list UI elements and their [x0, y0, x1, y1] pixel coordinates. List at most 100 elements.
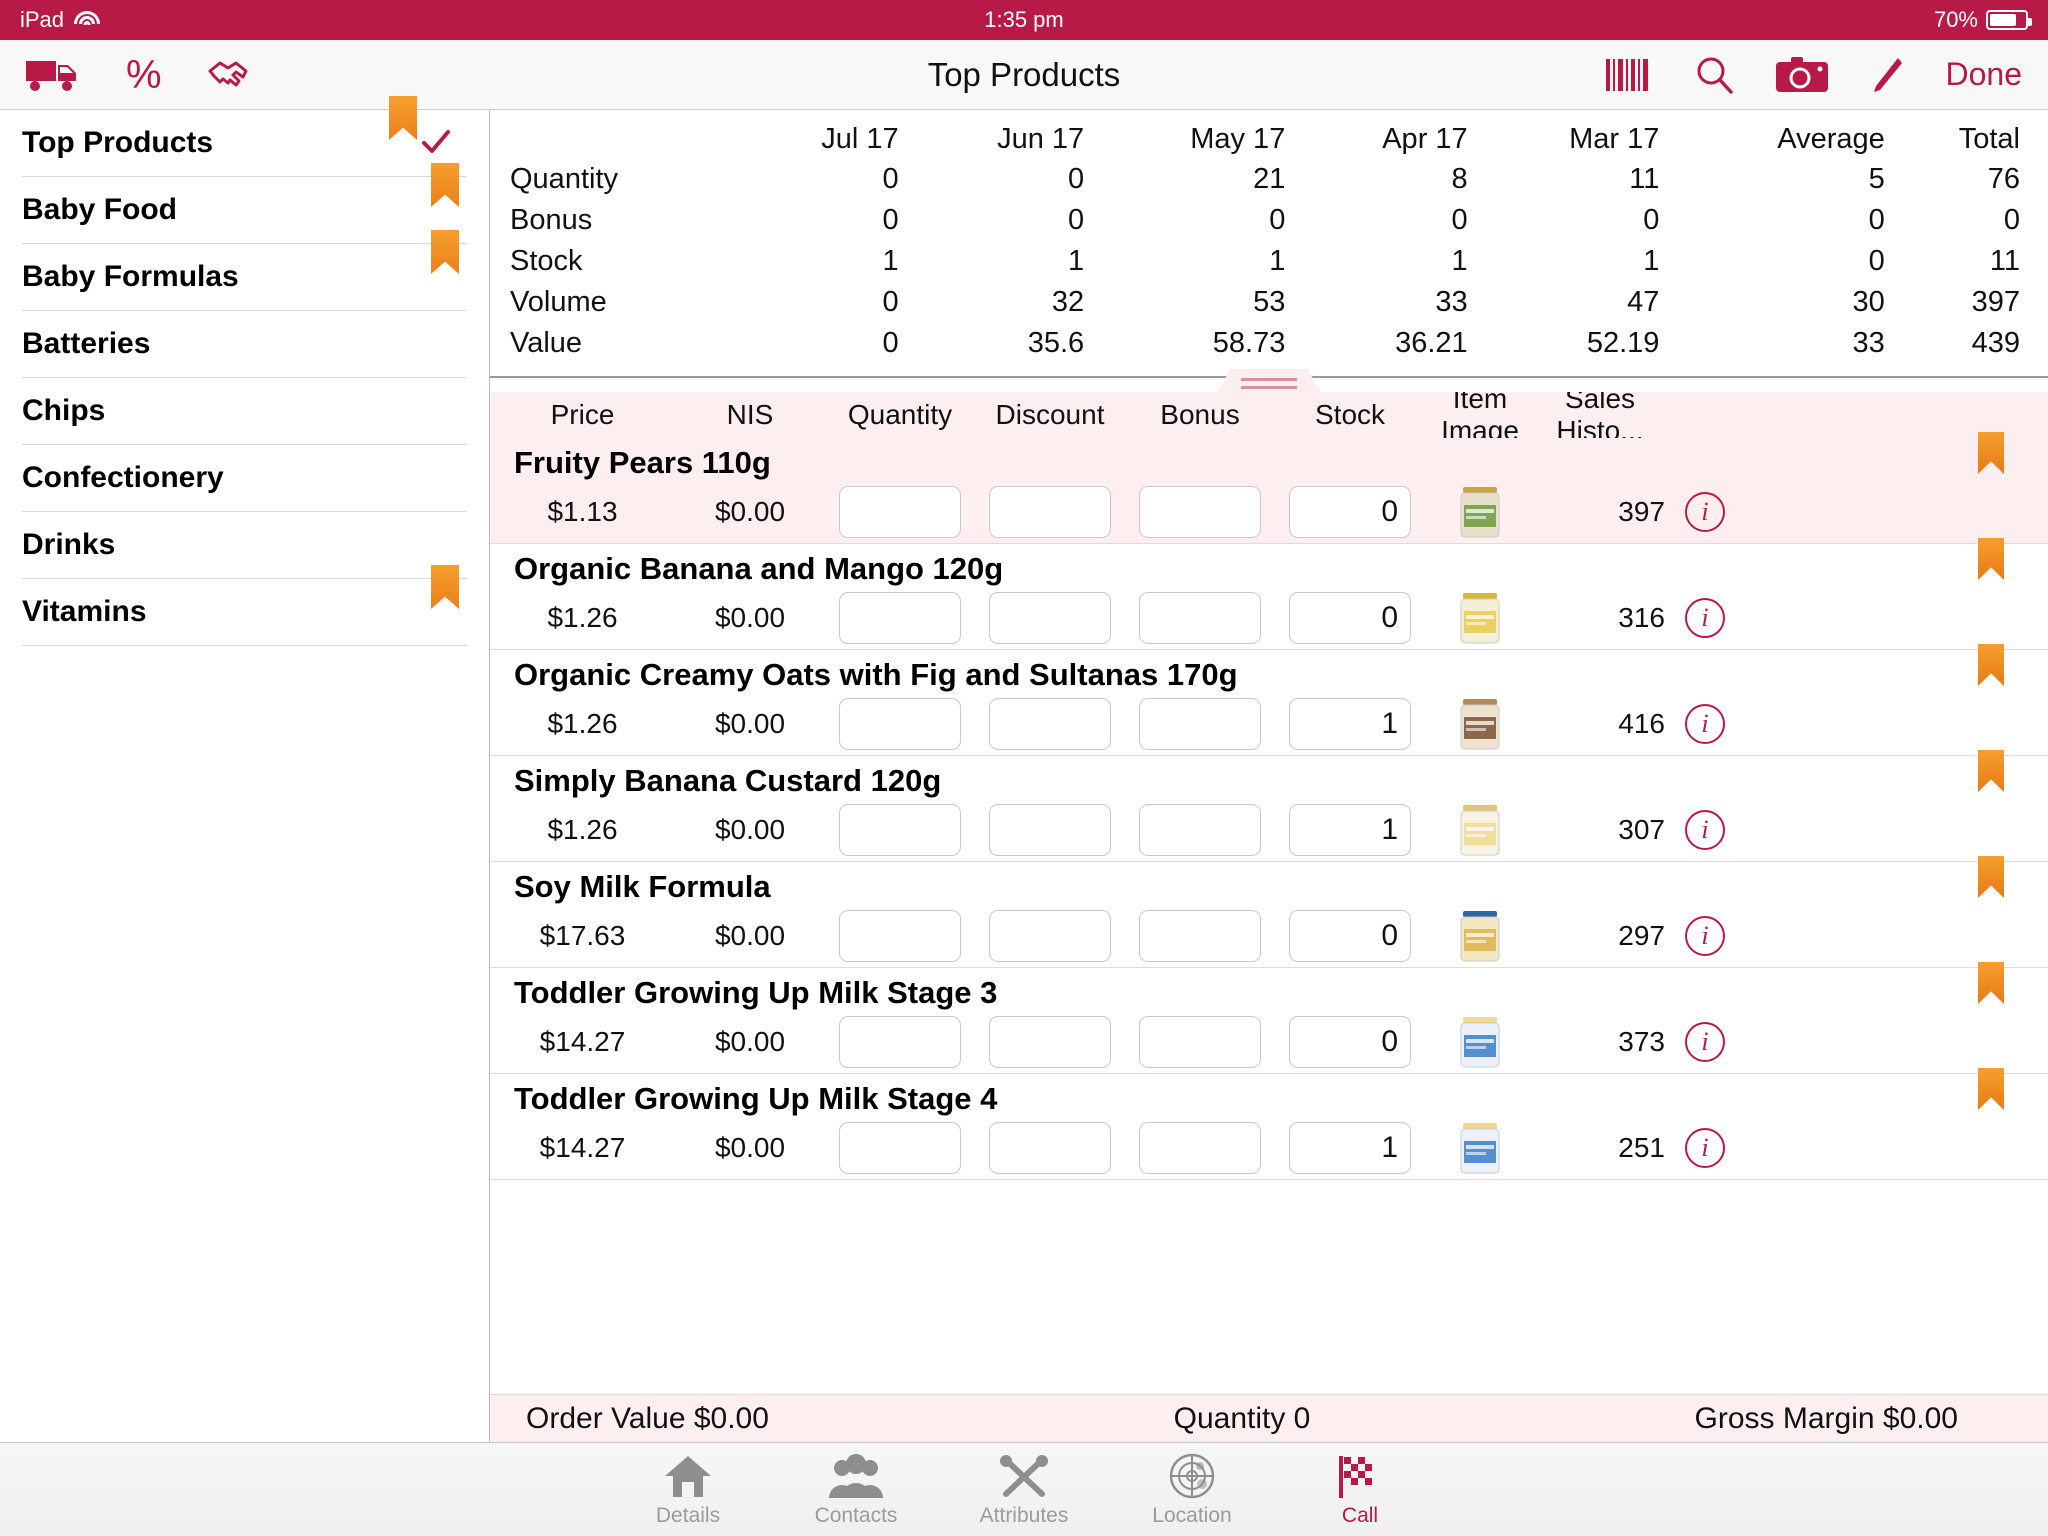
stock-input[interactable]: 1: [1289, 698, 1411, 750]
camera-icon[interactable]: [1775, 56, 1828, 94]
discount-input[interactable]: [989, 910, 1111, 962]
stock-input[interactable]: 1: [1289, 1122, 1411, 1174]
product-row[interactable]: Soy Milk Formula $17.63 $0.00 0 297 i: [490, 856, 2048, 968]
order-totals-bar: Order Value $0.00 Quantity 0 Gross Margi…: [490, 1394, 2048, 1442]
item-image[interactable]: [1425, 697, 1535, 751]
tab-call[interactable]: Call: [1276, 1452, 1444, 1528]
search-icon[interactable]: [1694, 55, 1734, 95]
item-image[interactable]: [1425, 909, 1535, 963]
stock-input[interactable]: 0: [1289, 592, 1411, 644]
product-row[interactable]: Simply Banana Custard 120g $1.26 $0.00 1 307…: [490, 750, 2048, 862]
tab-attributes[interactable]: Attributes: [940, 1452, 1108, 1528]
done-button[interactable]: Done: [1946, 56, 2023, 93]
summary-row: Volume 0 32 53 33 47 30 397: [506, 282, 2024, 323]
item-image[interactable]: [1425, 803, 1535, 857]
quantity-input[interactable]: [839, 592, 961, 644]
product-row[interactable]: Toddler Growing Up Milk Stage 3 $14.27 $0.…: [490, 962, 2048, 1074]
column-header-bonus[interactable]: Bonus: [1125, 399, 1275, 431]
summary-cell: 1: [1068, 245, 1085, 277]
quantity-input[interactable]: [839, 1122, 961, 1174]
app-screen: iPad 1:35 pm 70% % Top Products Done Top…: [0, 0, 2048, 1536]
summary-row-label: Value: [510, 327, 583, 359]
discount-input[interactable]: [989, 698, 1111, 750]
discount-input[interactable]: [989, 592, 1111, 644]
nis-value: $0.00: [714, 920, 786, 951]
discount-input[interactable]: [989, 1016, 1111, 1068]
pencil-icon[interactable]: [1870, 56, 1904, 94]
sidebar-item-confectionery[interactable]: Confectionery: [22, 445, 467, 512]
summary-cell: 397: [1971, 286, 2020, 318]
bonus-input[interactable]: [1139, 486, 1261, 538]
info-icon[interactable]: i: [1685, 1022, 1725, 1062]
summary-cell: 0: [1068, 204, 1085, 236]
item-image[interactable]: [1425, 1121, 1535, 1175]
summary-cell: 21: [1253, 163, 1286, 195]
bonus-input[interactable]: [1139, 1016, 1261, 1068]
summary-cell: 0: [1068, 163, 1085, 195]
summary-cell: 0: [1868, 204, 1885, 236]
bonus-input[interactable]: [1139, 698, 1261, 750]
info-icon[interactable]: i: [1685, 598, 1725, 638]
handshake-icon[interactable]: [206, 57, 260, 93]
quantity-input[interactable]: [839, 486, 961, 538]
summary-cell: 439: [1971, 327, 2020, 359]
product-row[interactable]: Organic Banana and Mango 120g $1.26 $0.00 0…: [490, 538, 2048, 650]
discount-input[interactable]: [989, 486, 1111, 538]
info-icon[interactable]: i: [1685, 916, 1725, 956]
product-cells: $14.27 $0.00 1 251 i: [490, 1117, 2048, 1179]
bonus-input[interactable]: [1139, 592, 1261, 644]
quantity-input[interactable]: [839, 910, 961, 962]
sidebar-item-baby-food[interactable]: Baby Food: [22, 163, 467, 244]
discount-input[interactable]: [989, 1122, 1111, 1174]
product-table[interactable]: Price NIS Quantity Discount Bonus Stock Item I…: [490, 392, 2048, 1394]
column-header-discount[interactable]: Discount: [975, 399, 1125, 431]
barcode-icon[interactable]: [1604, 57, 1652, 93]
sidebar-item-top-products[interactable]: Top Products: [22, 96, 467, 177]
stock-input[interactable]: 0: [1289, 910, 1411, 962]
summary-cell: 76: [1987, 163, 2020, 195]
product-row[interactable]: Organic Creamy Oats with Fig and Sultana…: [490, 644, 2048, 756]
column-header-price[interactable]: Price: [490, 399, 675, 431]
item-image[interactable]: [1425, 485, 1535, 539]
sidebar-item-vitamins[interactable]: Vitamins: [22, 565, 467, 646]
tab-location[interactable]: Location: [1108, 1452, 1276, 1528]
stock-input[interactable]: 0: [1289, 1016, 1411, 1068]
product-cells: $1.13 $0.00 0 397 i: [490, 481, 2048, 543]
price-value: $1.26: [547, 708, 618, 739]
stock-input[interactable]: 1: [1289, 804, 1411, 856]
tab-contacts[interactable]: Contacts: [772, 1452, 940, 1528]
summary-row: Stock 1 1 1 1 1 0 11: [506, 241, 2024, 282]
column-header-stock[interactable]: Stock: [1275, 399, 1425, 431]
product-row[interactable]: Fruity Pears 110g $1.13 $0.00 0 397 i: [490, 432, 2048, 544]
info-icon[interactable]: i: [1685, 492, 1725, 532]
bookmark-flag-icon: [431, 163, 459, 207]
quantity-input[interactable]: [839, 698, 961, 750]
item-image[interactable]: [1425, 591, 1535, 645]
quantity-input[interactable]: [839, 804, 961, 856]
item-image[interactable]: [1425, 1015, 1535, 1069]
info-icon[interactable]: i: [1685, 1128, 1725, 1168]
percent-icon[interactable]: %: [126, 55, 162, 95]
stock-input[interactable]: 0: [1289, 486, 1411, 538]
sidebar-item-batteries[interactable]: Batteries: [22, 311, 467, 378]
bonus-input[interactable]: [1139, 1122, 1261, 1174]
truck-icon[interactable]: [26, 57, 82, 93]
product-row[interactable]: Toddler Growing Up Milk Stage 4 $14.27 $0.…: [490, 1068, 2048, 1180]
discount-input[interactable]: [989, 804, 1111, 856]
tab-label: Details: [655, 1503, 721, 1527]
quantity-input[interactable]: [839, 1016, 961, 1068]
bonus-input[interactable]: [1139, 804, 1261, 856]
bonus-input[interactable]: [1139, 910, 1261, 962]
tab-label: Location: [1152, 1503, 1232, 1527]
summary-cell: 32: [1051, 286, 1085, 318]
sales-history-value: 297: [1618, 920, 1665, 951]
column-header-quantity[interactable]: Quantity: [825, 399, 975, 431]
sidebar-item-chips[interactable]: Chips: [22, 378, 467, 445]
people-icon: [827, 1452, 885, 1500]
column-header-nis[interactable]: NIS: [675, 399, 825, 431]
info-icon[interactable]: i: [1685, 810, 1725, 850]
sidebar-item-baby-formulas[interactable]: Baby Formulas: [22, 230, 467, 311]
tab-details[interactable]: Details: [604, 1452, 772, 1528]
info-icon[interactable]: i: [1685, 704, 1725, 744]
sidebar-item-drinks[interactable]: Drinks: [22, 512, 467, 579]
